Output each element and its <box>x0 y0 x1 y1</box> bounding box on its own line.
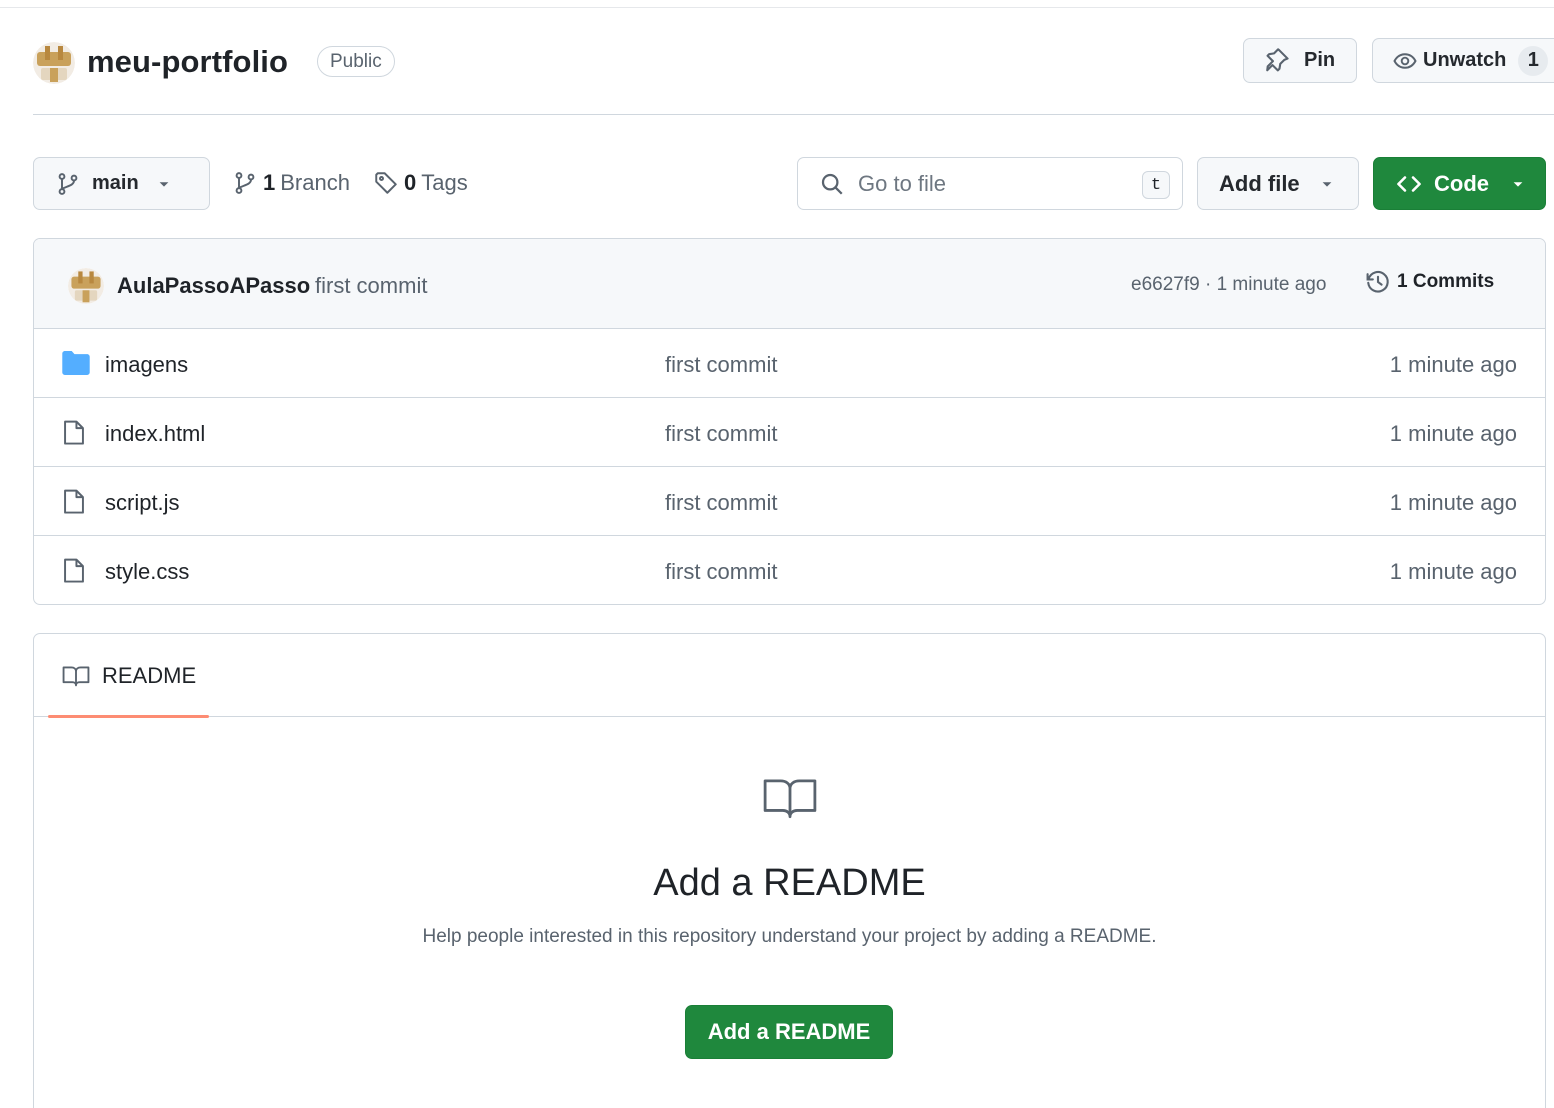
go-to-file-input[interactable] <box>858 170 1128 197</box>
keyboard-shortcut-hint: t <box>1142 171 1170 199</box>
author-avatar[interactable] <box>68 268 104 304</box>
repo-header: meu-portfolio Public Pin Unwatch 1 <box>33 38 1554 115</box>
file-commit-time: 1 minute ago <box>1389 559 1517 584</box>
file-row-index-html[interactable]: index.html first commit 1 minute ago <box>34 398 1545 467</box>
commits-history-link[interactable]: 1 Commits <box>1365 269 1494 295</box>
unwatch-button[interactable]: Unwatch 1 <box>1372 38 1554 83</box>
branches-link[interactable]: 1 Branch <box>233 170 350 196</box>
file-row-script-js[interactable]: script.js first commit 1 minute ago <box>34 467 1545 536</box>
pin-button[interactable]: Pin <box>1243 38 1357 83</box>
tags-count: 0 <box>404 170 417 195</box>
tab-readme[interactable]: README <box>48 634 209 718</box>
watch-count: 1 <box>1518 45 1549 76</box>
readme-tab-bar: README <box>34 634 1545 718</box>
file-commit-message[interactable]: first commit <box>665 421 777 447</box>
tags-label: Tags <box>421 170 468 195</box>
file-name-link[interactable]: script.js <box>105 490 180 516</box>
add-readme-button[interactable]: Add a README <box>685 1005 893 1059</box>
owner-avatar[interactable] <box>33 42 75 84</box>
file-commit-message[interactable]: first commit <box>665 559 777 585</box>
file-commit-message[interactable]: first commit <box>665 352 777 378</box>
commit-message-link[interactable]: first commit <box>315 273 427 299</box>
unwatch-label: Unwatch <box>1423 49 1507 71</box>
branch-selector[interactable]: main <box>33 157 210 210</box>
readme-empty-description: Help people interested in this repositor… <box>422 926 1157 947</box>
file-icon <box>64 558 84 583</box>
tag-icon <box>375 172 397 194</box>
file-commit-time: 1 minute ago <box>1389 421 1517 446</box>
git-branch-icon <box>58 172 78 195</box>
readme-empty-title: Add a README <box>653 862 926 904</box>
caret-down-icon <box>1513 181 1523 187</box>
branch-name: main <box>92 172 139 194</box>
commits-label: 1 Commits <box>1397 271 1495 292</box>
git-branch-icon <box>235 172 255 194</box>
top-divider <box>0 7 1554 8</box>
file-icon <box>64 489 84 514</box>
folder-icon <box>62 351 90 375</box>
repo-name-link[interactable]: meu-portfolio <box>87 44 288 80</box>
file-list: AulaPassoAPasso first commit e6627f9 · 1… <box>33 238 1546 605</box>
tags-link[interactable]: 0 Tags <box>374 170 468 196</box>
caret-down-icon <box>1322 181 1332 187</box>
history-icon <box>1366 270 1389 293</box>
file-icon <box>64 420 84 445</box>
file-commit-time: 1 minute ago <box>1389 490 1517 515</box>
latest-commit-bar: AulaPassoAPasso first commit e6627f9 · 1… <box>34 239 1545 329</box>
branches-count: 1 <box>263 170 276 195</box>
file-name-link[interactable]: style.css <box>105 559 189 585</box>
go-to-file-search[interactable]: t <box>797 157 1183 210</box>
pin-label: Pin <box>1304 49 1336 71</box>
visibility-badge: Public <box>317 46 395 77</box>
book-icon <box>62 666 90 686</box>
branches-label: Branch <box>280 170 350 195</box>
code-button[interactable]: Code <box>1373 157 1546 210</box>
file-row-style-css[interactable]: style.css first commit 1 minute ago <box>34 536 1545 604</box>
add-file-button[interactable]: Add file <box>1197 157 1359 210</box>
add-file-label: Add file <box>1219 170 1300 196</box>
pin-icon <box>1266 47 1289 71</box>
search-icon <box>821 173 843 195</box>
code-icon <box>1397 175 1421 192</box>
file-row-imagens[interactable]: imagens first commit 1 minute ago <box>34 329 1545 398</box>
commit-hash-time[interactable]: e6627f9 · 1 minute ago <box>1131 274 1326 296</box>
file-commit-time: 1 minute ago <box>1389 352 1517 377</box>
readme-tab-label: README <box>102 662 197 688</box>
file-commit-message[interactable]: first commit <box>665 490 777 516</box>
code-label: Code <box>1434 170 1489 196</box>
caret-down-icon <box>159 181 169 187</box>
file-name-link[interactable]: imagens <box>105 352 188 378</box>
readme-panel: README Add a README Help people interest… <box>33 633 1546 1108</box>
commit-author-link[interactable]: AulaPassoAPasso <box>117 273 310 299</box>
book-icon <box>763 779 817 819</box>
eye-icon <box>1393 52 1417 69</box>
file-name-link[interactable]: index.html <box>105 421 205 447</box>
